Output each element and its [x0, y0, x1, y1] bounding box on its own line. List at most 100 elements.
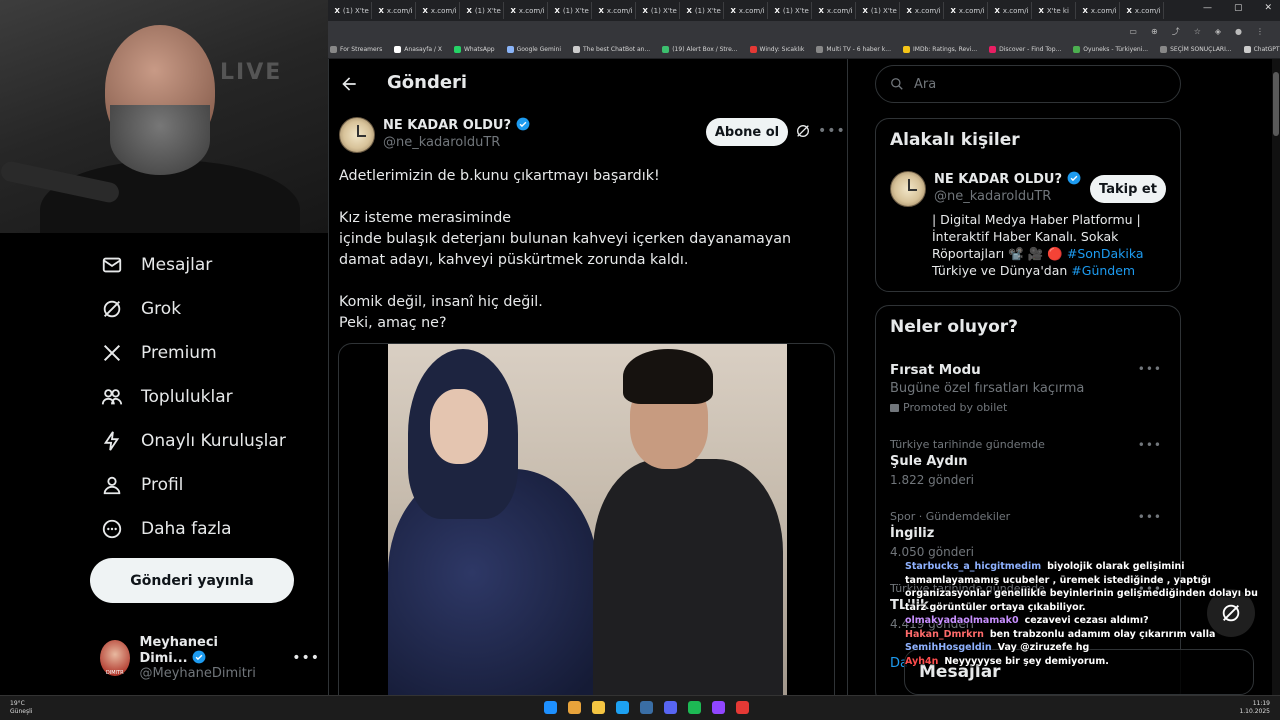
trend-item[interactable]: Spor · Gündemdekiler İngiliz 4.050 gönderi…: [890, 510, 1170, 559]
browser-tab[interactable]: X (1) X'te: [637, 2, 680, 19]
browser-tab[interactable]: Xx.com/i: [813, 2, 856, 19]
author-handle[interactable]: @ne_kadarolduTR: [383, 134, 530, 152]
taskbar-app-icon[interactable]: [592, 701, 605, 714]
more-icon[interactable]: •••: [292, 650, 320, 666]
post-more-icon[interactable]: •••: [818, 123, 846, 139]
browser-tab[interactable]: X (1) X'te: [769, 2, 812, 19]
account-switcher[interactable]: DIMITR Meyhaneci Dimi... @MeyhaneDimitri…: [100, 635, 320, 681]
bookmark-item[interactable]: For Streamers: [330, 46, 382, 53]
taskbar-app-icon[interactable]: [568, 701, 581, 714]
sidebar-item-mesajlar[interactable]: Mesajlar: [101, 251, 212, 279]
browser-tab[interactable]: X (1) X'te: [549, 2, 592, 19]
browser-tab[interactable]: X (1) X'te: [329, 2, 372, 19]
browser-tab[interactable]: Xx.com/i: [505, 2, 548, 19]
taskbar-app-icon[interactable]: [544, 701, 557, 714]
search-input[interactable]: Ara: [875, 65, 1181, 103]
sidebar-item-topluluklar[interactable]: Topluluklar: [101, 383, 233, 411]
cast-icon[interactable]: ▭: [1129, 27, 1137, 36]
post-button[interactable]: Gönderi yayınla: [90, 558, 294, 603]
related-avatar[interactable]: [890, 171, 926, 207]
back-arrow-icon[interactable]: [339, 74, 359, 94]
sidebar-item-profil[interactable]: Profil: [101, 471, 183, 499]
browser-tab[interactable]: Xx.com/i: [1121, 2, 1164, 19]
x-logo-icon: X: [598, 6, 604, 15]
x-logo-icon: X: [466, 6, 472, 15]
weather-widget[interactable]: 19°C Güneşli: [10, 700, 32, 716]
trend-more-icon[interactable]: •••: [1138, 438, 1162, 452]
browser-tab[interactable]: X (1) X'te: [681, 2, 724, 19]
video-frame[interactable]: [388, 344, 787, 720]
browser-tab[interactable]: X (1) X'te: [857, 2, 900, 19]
sidebar-item-grok[interactable]: Grok: [101, 295, 181, 323]
bookmark-item[interactable]: Google Gemini: [506, 46, 561, 53]
browser-tab[interactable]: Xx.com/i: [1077, 2, 1120, 19]
follow-button[interactable]: Takip et: [1090, 175, 1166, 203]
related-profile[interactable]: NE KADAR OLDU? @ne_kadarolduTR: [890, 171, 1081, 207]
grok-icon[interactable]: [795, 123, 811, 139]
bookmark-item[interactable]: Anasayfa / X: [394, 46, 442, 53]
chat-message: Ayh4n Neyyyyyse bir şey demiyorum.: [905, 655, 1265, 669]
related-handle[interactable]: @ne_kadarolduTR: [934, 188, 1081, 206]
bookmark-item[interactable]: (19) Alert Box / Stre...: [662, 46, 738, 53]
post-author[interactable]: NE KADAR OLDU? @ne_kadarolduTR: [339, 117, 530, 153]
post-video[interactable]: [338, 343, 835, 720]
bookmark-item[interactable]: Windy: Sıcaklık: [749, 46, 804, 53]
bookmark-item[interactable]: Multi TV - 6 haber k...: [816, 46, 891, 53]
trend-more-icon[interactable]: •••: [1138, 510, 1162, 524]
promoted-trend[interactable]: Fırsat Modu Bugüne özel fırsatları kaçır…: [890, 362, 1170, 414]
taskbar-app-icon[interactable]: [664, 701, 677, 714]
trend-item[interactable]: Türkiye tarihinde gündemde Şule Aydın 1.82…: [890, 438, 1170, 487]
browser-tab[interactable]: Xx.com/i: [373, 2, 416, 19]
scrollbar-track[interactable]: [1272, 59, 1280, 695]
browser-tab[interactable]: Xx.com/i: [901, 2, 944, 19]
bookmark-item[interactable]: SEÇİM SONUÇLARI...: [1160, 46, 1232, 53]
taskbar-app-icon[interactable]: [712, 701, 725, 714]
menu-icon[interactable]: ⋮: [1256, 27, 1264, 36]
taskbar-app-icon[interactable]: [688, 701, 701, 714]
promoted-icon: [890, 403, 899, 412]
scrollbar-thumb[interactable]: [1273, 72, 1279, 136]
grok-icon: [103, 300, 121, 318]
browser-tab[interactable]: X X'te ki: [1033, 2, 1076, 19]
bookmark-icon: [330, 46, 337, 53]
bookmark-item[interactable]: The best ChatBot an...: [572, 46, 650, 53]
taskbar-app-icon[interactable]: [616, 701, 629, 714]
star-icon[interactable]: ☆: [1194, 27, 1201, 36]
sidebar-item-label: Grok: [141, 299, 182, 319]
related-name[interactable]: NE KADAR OLDU?: [934, 172, 1062, 187]
extensions-icon[interactable]: ◈: [1215, 27, 1221, 36]
taskbar-app-icon[interactable]: [640, 701, 653, 714]
profile-icon[interactable]: ●: [1235, 27, 1242, 36]
bookmark-item[interactable]: IMDb: Ratings, Revi...: [903, 46, 977, 53]
browser-tab[interactable]: Xx.com/i: [417, 2, 460, 19]
chat-username: Starbucks_a_hicgitmedim: [905, 561, 1042, 572]
account-name: Meyhaneci Dimi...: [139, 635, 219, 666]
bookmark-icon: [662, 46, 670, 53]
x-logo-icon: X: [862, 6, 868, 15]
taskbar-app-icon[interactable]: [736, 701, 749, 714]
browser-tab[interactable]: Xx.com/i: [989, 2, 1032, 19]
browser-tab[interactable]: Xx.com/i: [725, 2, 768, 19]
browser-tab[interactable]: X (1) X'te: [461, 2, 504, 19]
window-controls[interactable]: — ▢ ✕: [1203, 3, 1272, 13]
browser-tab[interactable]: Xx.com/i: [945, 2, 988, 19]
bookmark-item[interactable]: ChatGPT: [1243, 46, 1280, 53]
zoom-icon[interactable]: ⊕: [1151, 27, 1158, 36]
sidebar-item-daha-fazla[interactable]: Daha fazla: [101, 515, 232, 543]
sidebar-item-premium[interactable]: Premium: [101, 339, 217, 367]
share-icon[interactable]: ⤴: [1172, 26, 1180, 37]
sidebar-item-onaylı-kuruluşlar[interactable]: Onaylı Kuruluşlar: [101, 427, 286, 455]
author-name[interactable]: NE KADAR OLDU?: [383, 118, 511, 133]
author-avatar[interactable]: [339, 117, 375, 153]
hashtag-link[interactable]: #Gündem: [1071, 263, 1135, 278]
hashtag-link[interactable]: #SonDakika: [1067, 246, 1144, 261]
clock[interactable]: 11:19 1.10.2025: [1239, 700, 1270, 716]
browser-tab[interactable]: Xx.com/i: [593, 2, 636, 19]
bookmark-item[interactable]: WhatsApp: [453, 46, 495, 53]
bookmark-item[interactable]: Oyuneks - Türkiyeni...: [1073, 46, 1148, 53]
bookmark-item[interactable]: Discover - Find Top...: [989, 46, 1061, 53]
trend-more-icon[interactable]: •••: [1138, 362, 1162, 376]
search-placeholder: Ara: [914, 76, 937, 92]
subscribe-button[interactable]: Abone ol: [706, 118, 788, 146]
chat-text: Vay @ziruzefe hg: [997, 642, 1090, 653]
